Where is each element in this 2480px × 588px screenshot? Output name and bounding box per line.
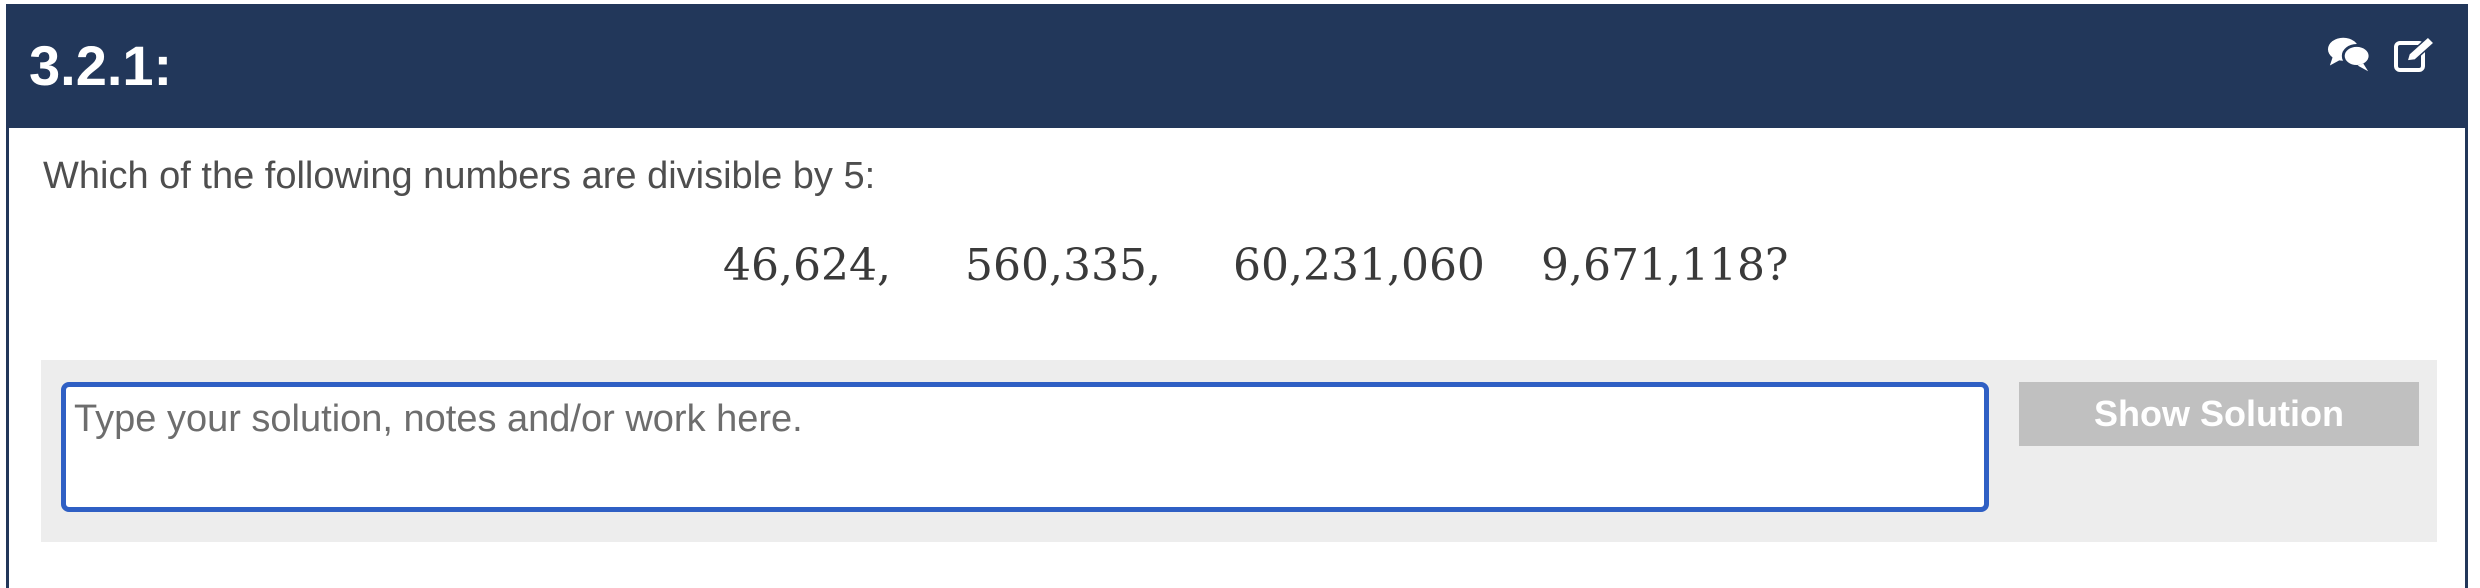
number-item: 46,624, (723, 240, 891, 291)
exercise-card: 3.2.1: Which of the following numbers ar… (6, 4, 2468, 588)
solution-textarea[interactable] (61, 382, 1989, 512)
number-item: 9,671,118? (1541, 240, 1789, 291)
show-solution-button[interactable]: Show Solution (2019, 382, 2419, 446)
exercise-title: 3.2.1: (29, 34, 173, 97)
question-prompt: Which of the following numbers are divis… (43, 155, 876, 197)
number-list: 46,624, 560,335, 60,231,060 9,671,118? (9, 238, 2465, 294)
answer-panel: Show Solution (41, 360, 2437, 542)
number-item: 60,231,060 (1233, 240, 1485, 291)
comments-icon[interactable] (2327, 34, 2371, 74)
exercise-header: 3.2.1: (9, 4, 2465, 128)
header-actions (2327, 34, 2437, 74)
number-item: 560,335, (965, 240, 1161, 291)
edit-icon[interactable] (2393, 34, 2437, 74)
